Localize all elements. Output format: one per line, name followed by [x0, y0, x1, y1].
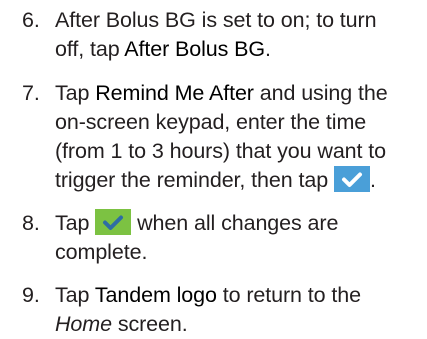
step-6: 6. After Bolus BG is set to on; to turn …: [22, 6, 422, 64]
step-line: Tap when all changes are: [55, 209, 422, 238]
term-after-bolus-bg: After Bolus BG: [124, 37, 266, 61]
term-tandem-logo: Tandem logo: [94, 283, 217, 307]
step-line: on-screen keypad, enter the time: [55, 110, 367, 134]
step-number: 8.: [22, 211, 40, 235]
step-text-segment: to return to the: [216, 283, 361, 307]
step-text-segment: screen.: [111, 312, 188, 336]
step-line: off, tap After Bolus BG.: [55, 35, 422, 64]
home-screen-term: Home: [55, 312, 112, 336]
step-line: complete.: [55, 240, 148, 264]
step-text-segment: .: [369, 168, 376, 192]
step-9: 9. Tap Tandem logo to return to the Home…: [22, 281, 422, 339]
step-text: After Bolus BG is set to on; to turn off…: [55, 6, 422, 64]
step-text-segment: Tap: [55, 81, 96, 105]
step-text-segment: and using the: [253, 81, 388, 105]
term-remind-me-after: Remind Me After: [95, 81, 254, 105]
checkmark-green-icon: [95, 209, 132, 236]
step-line: Tap Remind Me After and using the: [55, 79, 422, 108]
step-line: Home screen.: [55, 310, 422, 339]
step-text-segment: .: [265, 37, 271, 61]
step-text-segment: After Bolus BG is set to on; to turn: [55, 8, 377, 32]
step-8: 8. Tap when all changes are complete.: [22, 209, 422, 267]
step-number: 9.: [22, 283, 40, 307]
checkmark-blue-icon: [333, 166, 370, 193]
step-number: 6.: [22, 8, 40, 32]
step-text-segment: Tap: [55, 283, 95, 307]
step-line: After Bolus BG is set to on; to turn: [55, 6, 422, 35]
step-text-segment: when all changes are: [131, 211, 339, 235]
step-text-segment: Tap: [55, 211, 96, 235]
step-line: trigger the reminder, then tap .: [55, 166, 422, 195]
step-text: Tap when all changes are complete.: [55, 209, 422, 267]
step-text-segment: trigger the reminder, then tap: [55, 168, 334, 192]
step-line: (from 1 to 3 hours) that you want to: [55, 139, 387, 163]
step-line: Tap Tandem logo to return to the: [55, 281, 422, 310]
step-number: 7.: [22, 81, 40, 105]
step-7: 7. Tap Remind Me After and using the on-…: [22, 79, 422, 195]
step-text: Tap Remind Me After and using the on-scr…: [55, 79, 422, 195]
step-text-segment: off, tap: [55, 37, 125, 61]
step-text: Tap Tandem logo to return to the Home sc…: [55, 281, 422, 339]
